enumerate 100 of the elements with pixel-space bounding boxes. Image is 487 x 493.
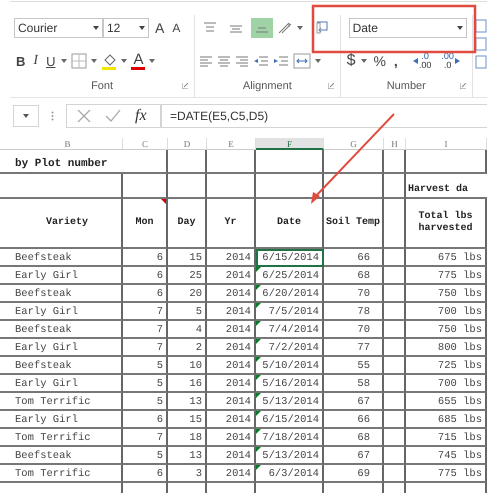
table-cell: 69 [324, 465, 384, 483]
table-cell: 7 [123, 303, 168, 321]
table-cell [324, 150, 384, 174]
formula-field[interactable]: =DATE(E5,C5,D5) [161, 104, 487, 128]
cancel-icon[interactable] [77, 109, 91, 123]
merge-icon[interactable] [293, 53, 312, 69]
table-cell: 55 [324, 357, 384, 375]
column-header[interactable]: G [324, 138, 384, 150]
table-cell: Early Girl [13, 411, 123, 429]
number-format-field[interactable]: Date [348, 18, 467, 38]
caret-icon [121, 59, 128, 63]
table-cell: Beefsteak [13, 447, 123, 465]
table-cell [207, 174, 256, 199]
table-cell: 2014 [207, 375, 256, 393]
table-cell [384, 150, 406, 174]
table-cell[interactable]: 5/10/2014 [256, 357, 324, 375]
italic-button[interactable]: I [31, 53, 40, 69]
shrink-font-button[interactable]: A [170, 21, 182, 35]
table-cell: 20 [168, 285, 207, 303]
table-cell[interactable]: 6/3/2014 [256, 465, 324, 483]
table-cell [384, 447, 406, 465]
column-header[interactable]: E [207, 138, 256, 150]
align-bottom-button[interactable] [251, 18, 274, 38]
decrease-indent-icon[interactable] [253, 55, 270, 67]
underline-button[interactable]: U [44, 54, 58, 68]
table-cell[interactable]: 6/15/2014 [256, 411, 324, 429]
table-cell: 700 lbs [406, 375, 487, 393]
font-color-button[interactable]: A [131, 52, 146, 70]
comma-style-button[interactable]: , [392, 53, 400, 69]
table-cell: 6 [123, 411, 168, 429]
dialog-launcher-icon[interactable] [328, 83, 334, 89]
increase-decimal-button[interactable]: .0 .00 [410, 52, 434, 70]
caret-icon [149, 59, 156, 63]
column-header[interactable]: H [384, 138, 406, 150]
align-center-icon[interactable] [217, 55, 232, 67]
table-cell: 66 [324, 411, 384, 429]
table-cell: 66 [324, 249, 384, 267]
table-cell[interactable]: 5/13/2014 [256, 393, 324, 411]
caret-icon [93, 26, 99, 30]
table-cell: 5 [123, 375, 168, 393]
column-header[interactable]: F [256, 138, 324, 150]
table-cell: Early Girl [13, 339, 123, 357]
table-cell: Early Girl [13, 267, 123, 285]
grow-font-button[interactable]: A [153, 20, 166, 36]
column-header[interactable]: D [168, 138, 207, 150]
dialog-launcher-icon[interactable] [182, 83, 188, 89]
table-cell[interactable]: 5/13/2014 [256, 447, 324, 465]
table-cell: 715 lbs [406, 429, 487, 447]
fill-color-icon[interactable] [101, 52, 118, 70]
caret-icon [297, 26, 304, 30]
table-cell: 6 [123, 465, 168, 483]
column-header[interactable]: I [406, 138, 487, 150]
table-cell: 6 [123, 249, 168, 267]
bold-button[interactable]: B [14, 54, 28, 68]
table-cell[interactable]: 7/2/2014 [256, 339, 324, 357]
percent-button[interactable]: % [371, 53, 388, 69]
font-size-field[interactable]: 12 [103, 18, 149, 38]
name-box[interactable] [13, 105, 39, 127]
table-cell: 2014 [207, 357, 256, 375]
orientation-icon[interactable] [277, 21, 294, 35]
increase-indent-icon[interactable] [273, 55, 290, 67]
table-cell: 2014 [207, 321, 256, 339]
font-name-field[interactable]: Courier [14, 18, 103, 38]
table-cell[interactable]: 7/5/2014 [256, 303, 324, 321]
table-cell[interactable]: 6/25/2014 [256, 267, 324, 285]
right-arrow-icon [454, 58, 460, 64]
table-cell: 700 lbs [406, 303, 487, 321]
decrease-decimal-button[interactable]: .00 .0 [438, 52, 463, 70]
table-cell: Tom Terrific [13, 429, 123, 447]
table-cell: 775 lbs [406, 267, 487, 285]
table-cell [384, 249, 406, 267]
column-heading: Soil Temp [324, 199, 384, 249]
table-cell[interactable]: 7/4/2014 [256, 321, 324, 339]
table-cell: 4 [168, 321, 207, 339]
table-cell: 67 [324, 393, 384, 411]
caret-icon [361, 59, 368, 63]
drag-handle-icon[interactable] [51, 111, 54, 121]
table-cell [384, 465, 406, 483]
table-cell[interactable]: 7/18/2014 [256, 429, 324, 447]
table-cell [384, 339, 406, 357]
insert-function-button[interactable]: fx [135, 107, 147, 125]
dialog-launcher-icon[interactable] [460, 83, 466, 89]
table-cell: 7 [123, 429, 168, 447]
table-cell: 800 lbs [406, 339, 487, 357]
borders-icon[interactable] [71, 53, 88, 69]
currency-button[interactable]: $ [344, 52, 358, 70]
table-cell: 13 [168, 393, 207, 411]
column-heading: Date [256, 199, 324, 249]
group-heading: Harvest da [406, 174, 487, 199]
column-header[interactable]: C [123, 138, 168, 150]
column-header[interactable]: B [13, 138, 123, 150]
table-cell[interactable]: 6/20/2014 [256, 285, 324, 303]
checkmark-icon[interactable] [105, 109, 121, 123]
table-cell[interactable]: 6/15/2014 [256, 249, 324, 267]
caret-icon [23, 114, 29, 118]
table-cell: 15 [168, 249, 207, 267]
align-left-icon[interactable] [199, 55, 214, 67]
table-cell[interactable]: 5/16/2014 [256, 375, 324, 393]
table-cell [384, 375, 406, 393]
align-right-icon[interactable] [235, 55, 250, 67]
